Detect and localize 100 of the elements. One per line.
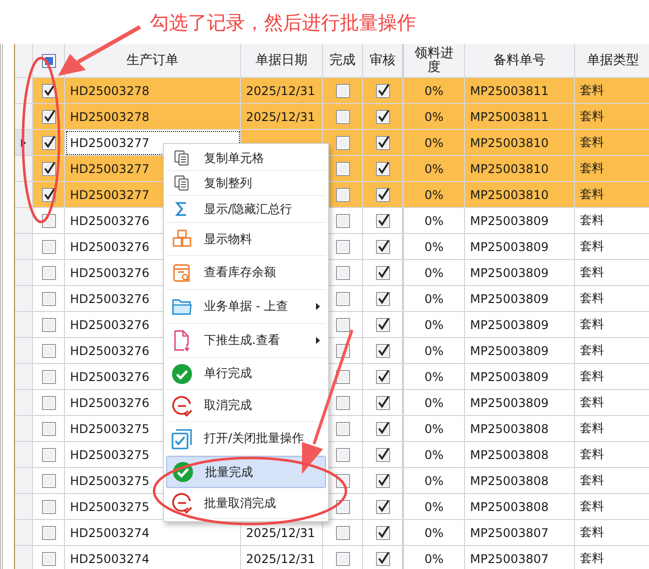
table-cell: 0% xyxy=(404,234,465,260)
row-checkbox[interactable] xyxy=(42,84,56,98)
checkbox[interactable] xyxy=(336,240,350,254)
checkbox[interactable] xyxy=(336,266,350,280)
checkbox[interactable] xyxy=(336,136,350,150)
checkbox[interactable] xyxy=(376,214,390,228)
checkbox[interactable] xyxy=(336,292,350,306)
row-checkbox[interactable] xyxy=(42,240,56,254)
table-cell: MP25003809 xyxy=(465,260,575,286)
checkbox[interactable] xyxy=(376,318,390,332)
checkbox[interactable] xyxy=(336,318,350,332)
row-checkbox[interactable] xyxy=(42,318,56,332)
menu-item[interactable]: 查看库存余额 xyxy=(166,256,326,290)
table-cell: HD25003278 xyxy=(65,104,241,130)
table-cell: 2025/12/31 xyxy=(241,104,323,130)
menu-item[interactable]: 取消完成 xyxy=(166,390,326,422)
row-checkbox[interactable] xyxy=(42,526,56,540)
checkbox[interactable] xyxy=(336,526,350,540)
copy-icon xyxy=(174,175,190,191)
checkbox[interactable] xyxy=(336,84,350,98)
checkbox[interactable] xyxy=(376,240,390,254)
table-cell: 0% xyxy=(404,390,465,416)
row-checkbox[interactable] xyxy=(42,136,56,150)
menu-item[interactable]: 显示/隐藏汇总行 xyxy=(166,196,326,223)
table-cell: 0% xyxy=(404,156,465,182)
checkbox[interactable] xyxy=(376,84,390,98)
checkbox[interactable] xyxy=(376,396,390,410)
column-header[interactable]: 生产订单 xyxy=(65,44,241,78)
row-checkbox[interactable] xyxy=(42,396,56,410)
row-checkbox[interactable] xyxy=(42,162,56,176)
row-checkbox[interactable] xyxy=(42,344,56,358)
table-cell: 0% xyxy=(404,468,465,494)
table-cell: 0% xyxy=(404,260,465,286)
row-checkbox[interactable] xyxy=(42,110,56,124)
checkbox[interactable] xyxy=(336,422,350,436)
checkbox[interactable] xyxy=(376,266,390,280)
inventory-icon xyxy=(172,262,192,282)
row-checkbox[interactable] xyxy=(42,266,56,280)
table-cell: MP25003811 xyxy=(465,78,575,104)
checkbox[interactable] xyxy=(376,188,390,202)
table-cell: 0% xyxy=(404,130,465,156)
table-cell: MP25003807 xyxy=(465,520,575,546)
checkbox[interactable] xyxy=(336,448,350,462)
menu-item[interactable]: 显示物料 xyxy=(166,223,326,256)
checkbox[interactable] xyxy=(336,214,350,228)
checkbox[interactable] xyxy=(376,448,390,462)
table-cell: MP25003809 xyxy=(465,364,575,390)
column-header[interactable]: 单据日期 xyxy=(241,44,323,78)
table-cell: 套料 xyxy=(575,130,649,156)
checkbox[interactable] xyxy=(376,162,390,176)
column-header[interactable]: 单据类型 xyxy=(575,44,649,78)
copy-icon xyxy=(174,150,190,166)
checkbox[interactable] xyxy=(376,344,390,358)
table-cell: MP25003809 xyxy=(465,338,575,364)
checkbox[interactable] xyxy=(376,526,390,540)
checkbox[interactable] xyxy=(376,422,390,436)
checkbox[interactable] xyxy=(376,136,390,150)
checkbox[interactable] xyxy=(336,396,350,410)
check-circle-icon xyxy=(172,461,194,483)
checkbox[interactable] xyxy=(336,110,350,124)
menu-item[interactable]: 复制整列 xyxy=(166,171,326,196)
checkbox[interactable] xyxy=(336,188,350,202)
table-cell: 0% xyxy=(404,364,465,390)
checkbox[interactable] xyxy=(376,370,390,384)
table-cell: MP25003809 xyxy=(465,286,575,312)
menu-item[interactable]: 批量取消完成 xyxy=(166,488,326,519)
checkbox[interactable] xyxy=(336,552,350,566)
checkbox[interactable] xyxy=(376,474,390,488)
column-header[interactable]: 备料单号 xyxy=(465,44,575,78)
table-cell: 0% xyxy=(404,78,465,104)
row-checkbox[interactable] xyxy=(42,370,56,384)
table-cell: MP25003811 xyxy=(465,104,575,130)
table-cell: 0% xyxy=(404,312,465,338)
checkbox[interactable] xyxy=(376,552,390,566)
column-header[interactable]: 完成 xyxy=(323,44,363,78)
table-cell: 0% xyxy=(404,286,465,312)
table-cell: HD25003278 xyxy=(65,78,241,104)
boxes-icon xyxy=(172,229,192,249)
checkbox[interactable] xyxy=(336,162,350,176)
row-header[interactable] xyxy=(15,208,33,234)
row-checkbox[interactable] xyxy=(42,500,56,514)
row-checkbox[interactable] xyxy=(42,552,56,566)
column-header[interactable]: 领料进度 xyxy=(404,44,465,78)
checkbox[interactable] xyxy=(376,292,390,306)
annotation-caption: 勾选了记录，然后进行批量操作 xyxy=(150,12,416,34)
table-cell: 0% xyxy=(404,520,465,546)
column-header[interactable]: 审核 xyxy=(363,44,404,78)
menu-item[interactable]: 单行完成 xyxy=(166,358,326,390)
cancel-icon xyxy=(171,492,193,514)
row-checkbox[interactable] xyxy=(42,422,56,436)
row-checkbox[interactable] xyxy=(42,474,56,488)
table-cell: 0% xyxy=(404,338,465,364)
checkbox[interactable] xyxy=(376,500,390,514)
checkbox[interactable] xyxy=(376,110,390,124)
folder-icon xyxy=(172,298,192,316)
table-cell: 2025/12/31 xyxy=(241,78,323,104)
row-checkbox[interactable] xyxy=(42,448,56,462)
table-cell: MP25003810 xyxy=(465,130,575,156)
row-checkbox[interactable] xyxy=(42,292,56,306)
menu-item[interactable]: 业务单据 - 上查 xyxy=(166,290,326,324)
